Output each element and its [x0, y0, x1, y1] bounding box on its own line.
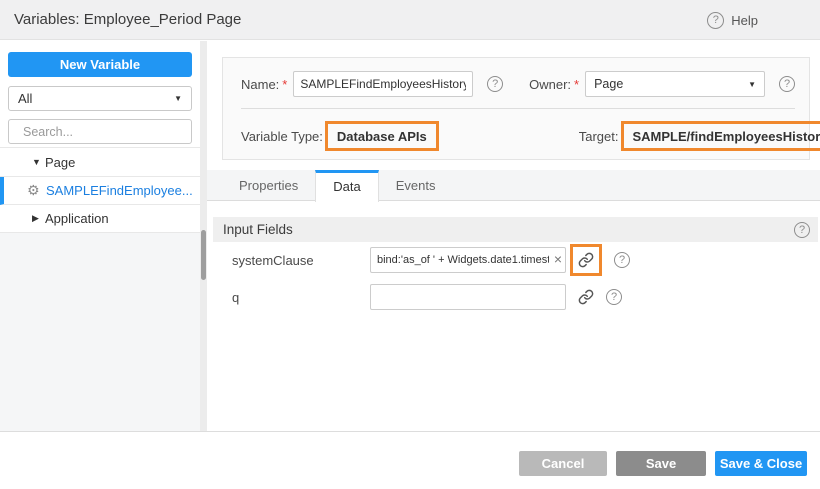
name-owner-row: Name:* ? Owner:* Page ▼ ?: [241, 70, 795, 98]
owner-label: Owner:*: [529, 77, 579, 92]
bind-link-icon[interactable]: [578, 289, 594, 305]
bind-link-icon[interactable]: [578, 252, 594, 268]
help-icon[interactable]: ?: [707, 12, 724, 29]
clear-binding-icon[interactable]: ×: [554, 247, 562, 272]
field-label: systemClause: [232, 253, 370, 268]
q-input[interactable]: [370, 284, 566, 310]
input-fields-help-icon[interactable]: ?: [794, 222, 810, 238]
help-label[interactable]: Help: [731, 13, 758, 28]
input-field-row-systemclause: systemClause × ?: [232, 244, 820, 276]
variable-type-icon: ⚙: [27, 182, 46, 199]
sidebar-scrollbar-thumb[interactable]: [201, 230, 206, 280]
panel-separator: [241, 108, 795, 109]
target-highlight: SAMPLE/findEmployeesHistory: [621, 121, 820, 151]
variable-type-value: Database APIs: [337, 129, 427, 144]
variable-type-label: Variable Type:: [241, 129, 323, 144]
caret-right-icon[interactable]: ▶: [32, 213, 45, 224]
required-asterisk: *: [282, 77, 287, 92]
variables-sidebar: New Variable All ▼ ▼ Page ⚙ SAMPLEFindEm…: [0, 41, 200, 431]
detail-tabs: Properties Data Events: [207, 170, 820, 201]
variable-filter-select[interactable]: All ▼: [8, 86, 192, 111]
variable-name-input[interactable]: [293, 71, 473, 97]
type-target-row: Variable Type: Database APIs Target: SAM…: [241, 120, 795, 152]
variable-tree: ▼ Page ⚙ SAMPLEFindEmployee... ▶ Applica…: [0, 147, 200, 233]
variable-type-highlight: Database APIs: [325, 121, 439, 151]
variable-summary-panel: Name:* ? Owner:* Page ▼ ? Variable Type:…: [222, 57, 810, 160]
name-label: Name:*: [241, 77, 287, 92]
tree-node-label: Application: [45, 211, 109, 226]
save-button[interactable]: Save: [616, 451, 706, 476]
tab-properties[interactable]: Properties: [222, 170, 315, 200]
page-title: Variables: Employee_Period Page: [14, 0, 241, 40]
variable-detail-panel: Name:* ? Owner:* Page ▼ ? Variable Type:…: [207, 41, 820, 431]
systemclause-help-icon[interactable]: ?: [614, 252, 630, 268]
chevron-down-icon: ▼: [174, 94, 182, 103]
tab-data[interactable]: Data: [315, 170, 378, 202]
bind-button-highlight: [570, 244, 602, 276]
owner-select[interactable]: Page ▼: [585, 71, 765, 97]
cancel-button[interactable]: Cancel: [519, 451, 607, 476]
sidebar-empty-area: [0, 232, 200, 431]
help-button[interactable]: ? Help: [707, 0, 758, 40]
required-asterisk: *: [574, 77, 579, 92]
variables-dialog: Variables: Employee_Period Page ? Help N…: [0, 0, 820, 489]
input-fields-header: Input Fields ?: [213, 217, 818, 242]
tab-events[interactable]: Events: [379, 170, 453, 200]
variable-search[interactable]: [8, 119, 192, 144]
q-help-icon[interactable]: ?: [606, 289, 622, 305]
panel-divider: [200, 41, 207, 431]
target-label: Target:: [579, 129, 619, 144]
systemclause-input[interactable]: [370, 247, 566, 273]
caret-down-icon[interactable]: ▼: [32, 157, 45, 167]
input-field-row-q: q ?: [232, 281, 820, 313]
search-input[interactable]: [23, 125, 184, 139]
chevron-down-icon: ▼: [748, 80, 756, 89]
owner-help-icon[interactable]: ?: [779, 76, 795, 92]
target-value: SAMPLE/findEmployeesHistory: [633, 129, 820, 144]
tree-node-label: Page: [45, 155, 75, 170]
field-label: q: [232, 290, 370, 305]
dialog-footer: Cancel Save Save & Close: [0, 431, 820, 489]
selected-variable-label: SAMPLEFindEmployee...: [46, 183, 193, 198]
dialog-header: Variables: Employee_Period Page ? Help: [0, 0, 820, 40]
name-help-icon[interactable]: ?: [487, 76, 503, 92]
section-title: Input Fields: [223, 222, 293, 237]
tree-node-page[interactable]: ▼ Page: [0, 147, 200, 177]
tree-node-application[interactable]: ▶ Application: [0, 205, 200, 233]
filter-selected-value: All: [18, 91, 174, 106]
new-variable-button[interactable]: New Variable: [8, 52, 192, 77]
owner-selected-value: Page: [594, 77, 748, 91]
save-and-close-button[interactable]: Save & Close: [715, 451, 807, 476]
tree-item-selected-variable[interactable]: ⚙ SAMPLEFindEmployee...: [0, 177, 200, 205]
